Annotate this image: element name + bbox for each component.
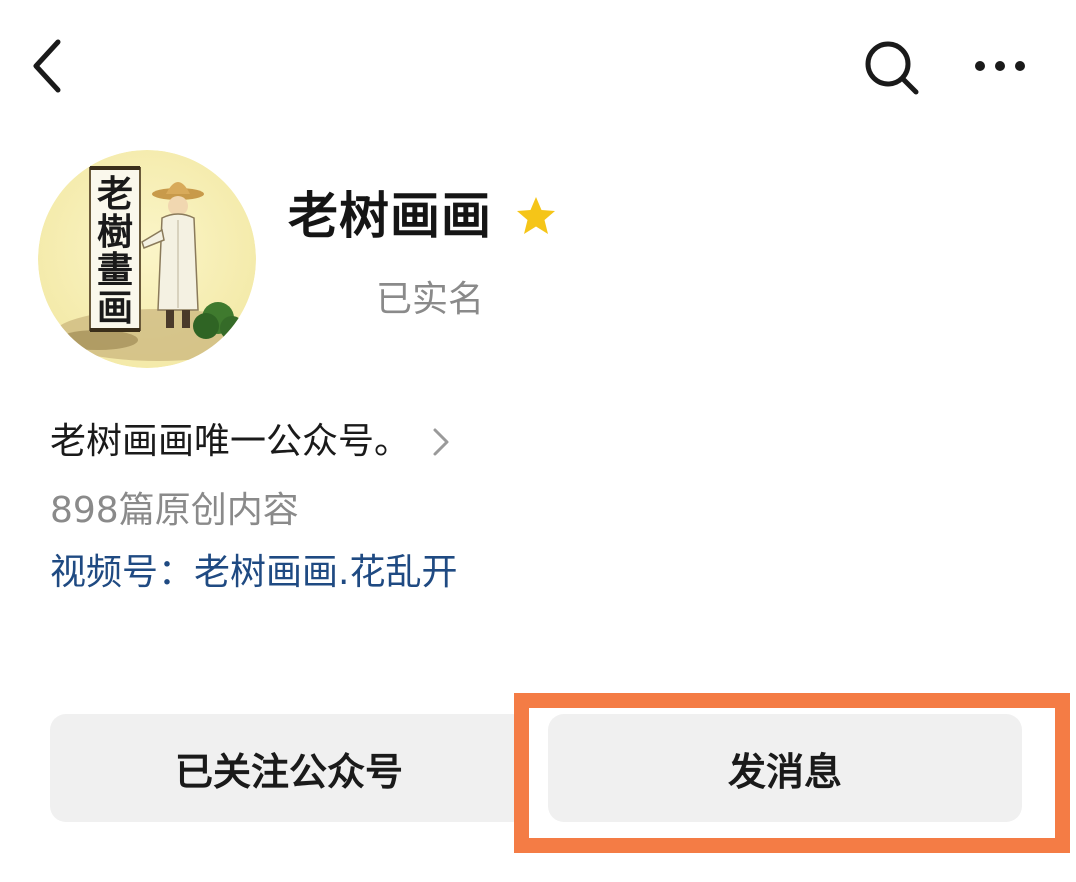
- avatar-char-2: 樹: [97, 211, 133, 253]
- send-message-button[interactable]: 发消息: [548, 714, 1022, 822]
- followed-account-button[interactable]: 已关注公众号: [50, 714, 528, 822]
- top-navigation-bar: [0, 0, 1076, 130]
- account-intro-row[interactable]: 老树画画唯一公众号。: [50, 414, 456, 470]
- search-icon: [865, 41, 919, 95]
- original-content-count: 898篇原创内容: [50, 490, 299, 531]
- account-avatar[interactable]: 老 樹 畫 画: [38, 150, 256, 368]
- back-button[interactable]: [22, 32, 78, 100]
- verification-status: 已实名: [376, 279, 485, 320]
- avatar-char-4: 画: [97, 287, 133, 329]
- star-icon[interactable]: [514, 194, 558, 238]
- account-name: 老树画画: [288, 187, 492, 245]
- avatar-char-3: 畫: [97, 249, 133, 291]
- search-button[interactable]: [860, 36, 924, 100]
- chevron-right-icon: [433, 428, 449, 456]
- account-intro-text: 老树画画唯一公众号。: [50, 421, 411, 462]
- avatar-char-1: 老: [97, 173, 133, 215]
- more-horizontal-icon: [975, 61, 1025, 71]
- more-options-button[interactable]: [968, 44, 1032, 88]
- chevron-left-icon: [33, 39, 61, 93]
- video-channel-link[interactable]: 视频号：老树画画.花乱开: [50, 548, 457, 598]
